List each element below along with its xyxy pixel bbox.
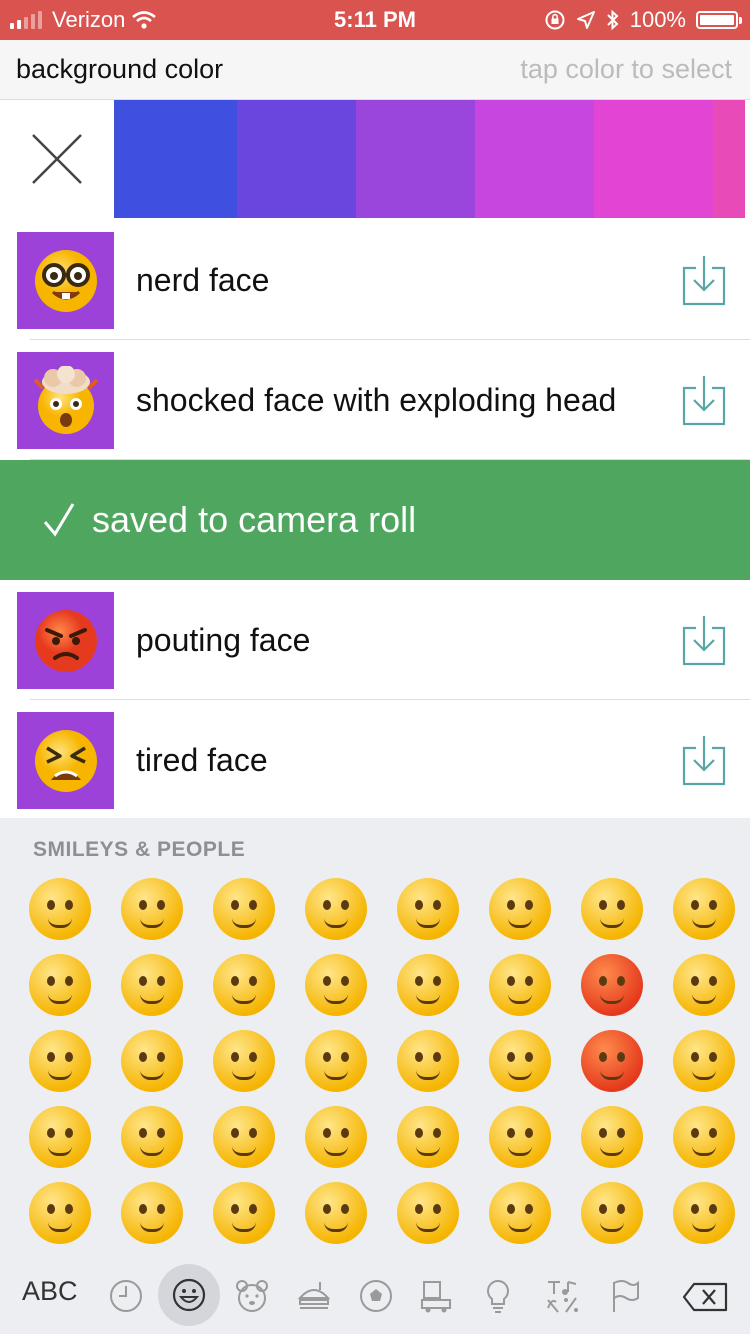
emoji-key[interactable] [397, 1030, 459, 1092]
pouting-face-icon [34, 609, 97, 672]
emoji-row[interactable]: shocked face with exploding head [0, 340, 750, 460]
tired-face-icon [34, 729, 97, 792]
keyboard-toolbar: ABC [0, 1258, 750, 1334]
animal-icon[interactable] [234, 1278, 270, 1314]
emoji-key[interactable] [397, 1182, 459, 1244]
header-title: background color [16, 54, 224, 84]
emoji-key[interactable] [213, 1030, 275, 1092]
emoji-thumbnail [17, 352, 114, 449]
emoji-key[interactable] [489, 878, 551, 940]
emoji-key[interactable] [29, 878, 91, 940]
color-swatch[interactable] [475, 100, 594, 218]
emoji-key[interactable] [29, 1106, 91, 1168]
emoji-key[interactable] [489, 1182, 551, 1244]
recent-icon[interactable] [108, 1278, 144, 1314]
emoji-key[interactable] [673, 1106, 735, 1168]
emoji-key[interactable] [29, 1030, 91, 1092]
travel-icon[interactable] [418, 1278, 454, 1314]
emoji-key[interactable] [673, 954, 735, 1016]
emoji-grid [29, 878, 750, 1258]
smileys-tab[interactable] [158, 1264, 220, 1326]
backspace-icon[interactable] [682, 1282, 728, 1312]
emoji-key[interactable] [305, 1106, 367, 1168]
emoji-key[interactable] [397, 1106, 459, 1168]
emoji-key[interactable] [305, 1182, 367, 1244]
flag-icon[interactable] [606, 1278, 642, 1314]
rotation-lock-icon [545, 10, 565, 30]
emoji-key[interactable] [397, 954, 459, 1016]
battery-icon [696, 11, 742, 29]
emoji-key[interactable] [581, 1030, 643, 1092]
status-bar: Verizon 5:11 PM 100% [0, 0, 750, 40]
emoji-thumbnail [17, 712, 114, 809]
color-swatch[interactable] [356, 100, 475, 218]
close-button[interactable] [0, 100, 118, 218]
exploding-head-icon [33, 365, 98, 434]
smiley-icon [172, 1278, 206, 1312]
emoji-key[interactable] [305, 878, 367, 940]
color-picker [0, 100, 750, 218]
emoji-key[interactable] [305, 954, 367, 1016]
emoji-key[interactable] [489, 1106, 551, 1168]
emoji-row[interactable]: tired face [0, 700, 750, 820]
emoji-key[interactable] [121, 878, 183, 940]
nerd-face-icon [34, 249, 97, 312]
food-icon[interactable] [296, 1278, 332, 1314]
emoji-key[interactable] [305, 1030, 367, 1092]
emoji-key[interactable] [121, 954, 183, 1016]
saved-toast: saved to camera roll [0, 460, 750, 580]
lightbulb-icon[interactable] [480, 1278, 516, 1314]
toast-message: saved to camera roll [92, 499, 417, 540]
emoji-key[interactable] [673, 1030, 735, 1092]
emoji-name: nerd face [136, 262, 270, 298]
emoji-key[interactable] [397, 878, 459, 940]
emoji-key[interactable] [673, 1182, 735, 1244]
close-icon [32, 134, 82, 184]
emoji-key[interactable] [489, 954, 551, 1016]
download-icon[interactable] [682, 614, 726, 666]
emoji-key[interactable] [581, 1106, 643, 1168]
download-icon[interactable] [682, 734, 726, 786]
sports-ball-icon[interactable] [358, 1278, 394, 1314]
emoji-thumbnail [17, 592, 114, 689]
battery-percent: 100% [629, 7, 686, 32]
emoji-key[interactable] [581, 1182, 643, 1244]
emoji-key[interactable] [121, 1030, 183, 1092]
abc-key[interactable]: ABC [22, 1276, 78, 1307]
checkmark-icon [43, 503, 75, 537]
emoji-key[interactable] [581, 954, 643, 1016]
location-icon [576, 11, 595, 29]
swatch-list [118, 100, 750, 218]
emoji-key[interactable] [489, 1030, 551, 1092]
emoji-keyboard: SMILEYS & PEOPLE ABC [0, 818, 750, 1334]
emoji-key[interactable] [213, 954, 275, 1016]
color-swatch[interactable] [594, 100, 713, 218]
color-swatch[interactable] [713, 100, 745, 218]
status-right: 100% [544, 7, 742, 33]
color-swatch[interactable] [118, 100, 237, 218]
emoji-name: pouting face [136, 622, 311, 658]
emoji-row[interactable]: nerd face [0, 220, 750, 340]
emoji-name: tired face [136, 742, 268, 778]
keyboard-category-title: SMILEYS & PEOPLE [33, 838, 246, 861]
emoji-row[interactable]: pouting face [0, 580, 750, 700]
download-icon[interactable] [682, 374, 726, 426]
background-color-header: background color tap color to select [0, 40, 750, 100]
emoji-key[interactable] [213, 1182, 275, 1244]
color-swatch[interactable] [237, 100, 356, 218]
emoji-thumbnail [17, 232, 114, 329]
emoji-key[interactable] [29, 954, 91, 1016]
bluetooth-icon [607, 9, 619, 31]
emoji-name: shocked face with exploding head [136, 382, 617, 418]
emoji-key[interactable] [29, 1182, 91, 1244]
emoji-key[interactable] [213, 878, 275, 940]
emoji-key[interactable] [121, 1182, 183, 1244]
download-icon[interactable] [682, 254, 726, 306]
header-hint: tap color to select [520, 54, 732, 84]
emoji-key[interactable] [121, 1106, 183, 1168]
emoji-key[interactable] [673, 878, 735, 940]
emoji-key[interactable] [581, 878, 643, 940]
emoji-key[interactable] [213, 1106, 275, 1168]
symbols-icon[interactable] [544, 1278, 580, 1314]
